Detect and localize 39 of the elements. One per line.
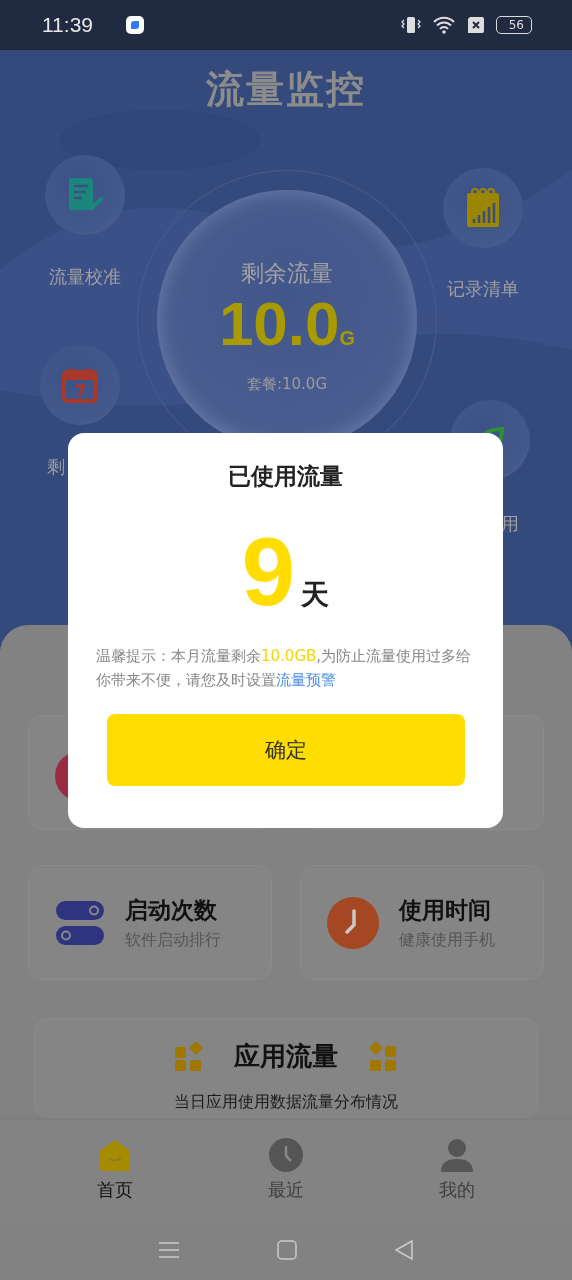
feature-title: 启动次数 (125, 895, 218, 925)
feature-title: 使用时间 (399, 895, 492, 925)
plan-text: 套餐:10.0G (246, 375, 328, 394)
dialog-title: 已使用流量 (228, 462, 343, 491)
nav-tab[interactable]: 最近 (238, 1134, 334, 1206)
battery-indicator: 56 (495, 16, 532, 34)
days-unit: 天 (301, 577, 330, 613)
shortcut-label: 用 (501, 512, 519, 536)
apps-icon (368, 1041, 398, 1072)
shortcut-label: 剩 (47, 455, 65, 479)
clock-icon (269, 1138, 303, 1172)
remaining-value: 10.0G (218, 289, 356, 360)
app-icon (125, 15, 145, 35)
days-value: 9 (241, 524, 296, 620)
home-icon (98, 1138, 133, 1172)
person-icon (439, 1138, 474, 1172)
section-title: 应用流量 (234, 1040, 338, 1073)
shortcut-label: 记录清单 (447, 277, 519, 301)
app-title: 流量监控 (205, 66, 367, 113)
no-sim-icon (465, 16, 486, 34)
alert-link[interactable]: 流量预警 (276, 671, 336, 689)
gauge-label: 剩余流量 (241, 259, 333, 288)
clock-icon (327, 896, 379, 949)
tip-text: 温馨提示：本月流量剩余10.0GB,为防止流量使用过多给你带来不便，请您及时设置流量预警 (96, 646, 473, 691)
section-subtitle: 当日应用使用数据流量分布情况 (174, 1092, 398, 1113)
confirm-button[interactable]: 确定 (106, 714, 465, 786)
calendar-icon (60, 365, 100, 405)
wifi-icon (431, 15, 456, 35)
nav-tab[interactable]: 首页 (67, 1134, 164, 1206)
clock-time: 11:39 (42, 13, 93, 37)
shortcut-label: 流量校准 (49, 265, 121, 289)
apps-icon (174, 1041, 204, 1072)
nav-tab[interactable]: 我的 (408, 1134, 505, 1206)
home-button-icon[interactable] (277, 1240, 297, 1260)
menu-icon[interactable] (158, 1240, 181, 1260)
app-traffic-card[interactable]: 应用流量 当日应用使用数据流量分布情况 (34, 1018, 538, 1118)
vibrate-icon (399, 15, 422, 35)
back-icon[interactable] (393, 1240, 414, 1260)
toggles-icon (55, 899, 105, 946)
